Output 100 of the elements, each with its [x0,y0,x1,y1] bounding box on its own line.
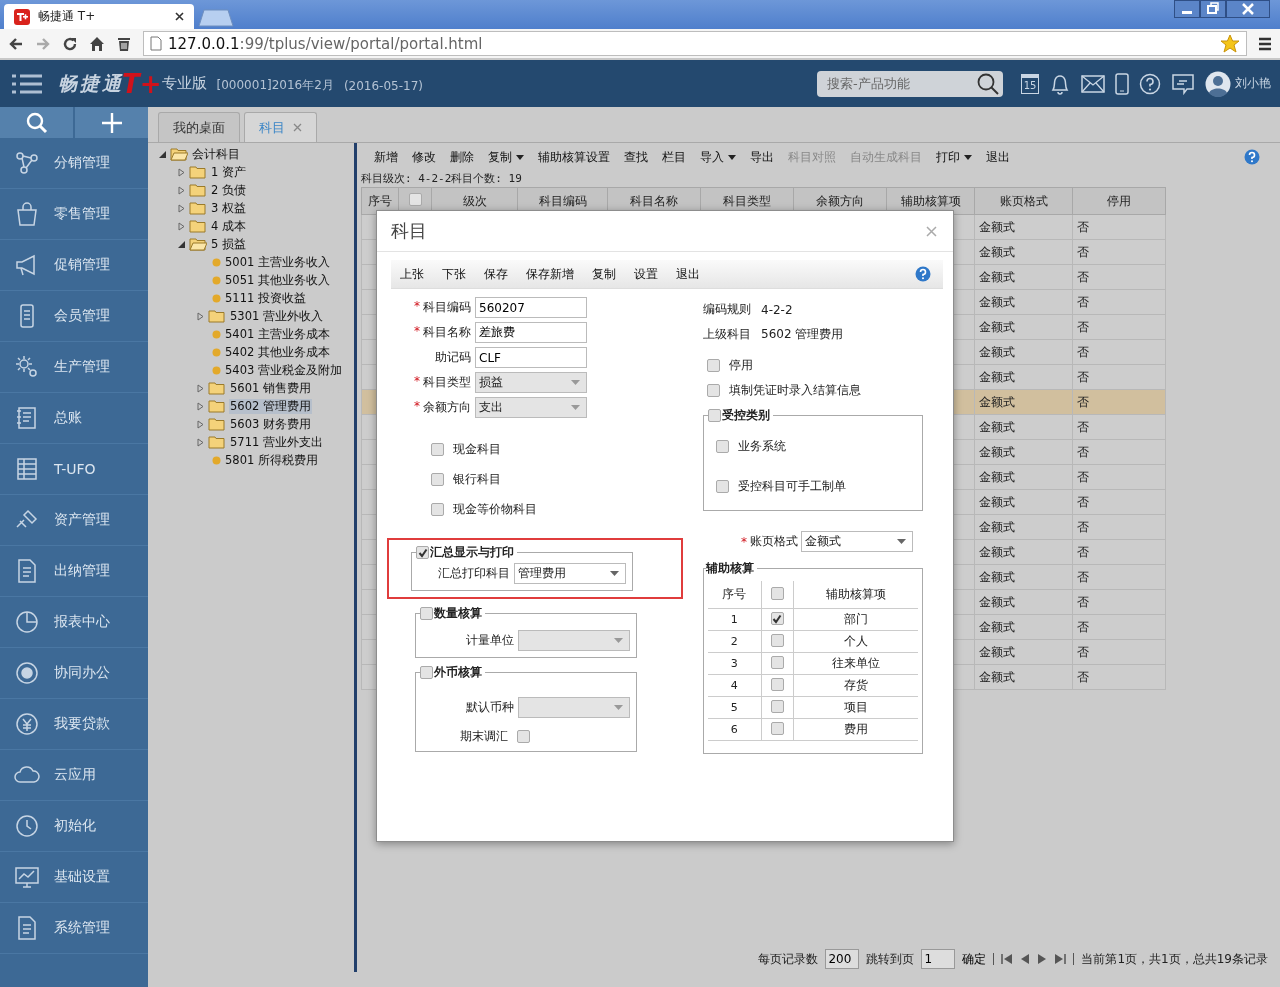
trash-icon[interactable] [116,35,132,52]
toolbar-button[interactable]: 导出 [743,148,781,166]
checkbox[interactable] [431,472,444,486]
browser-tab[interactable]: 畅捷通 T+ [4,4,194,29]
expander-icon[interactable] [158,149,167,159]
toolbar-button[interactable]: 新增 [367,148,405,166]
page-size-field[interactable]: 200 [825,949,860,969]
tree-item[interactable]: 5111 投资收益 [224,290,307,306]
phone-icon[interactable] [1115,72,1129,95]
tree-item[interactable]: 3 权益 [210,200,247,216]
tree-item[interactable]: 4 成本 [210,218,247,234]
tree-item[interactable]: 5711 营业外支出 [229,434,324,450]
checkbox[interactable] [707,384,720,397]
toolbar-button[interactable]: 保存 [475,265,517,283]
tree-item[interactable]: 5301 营业外收入 [229,308,324,324]
menu-icon[interactable] [1258,36,1272,51]
confirm-button[interactable]: 确定 [962,950,987,968]
column-header[interactable]: 序号 [361,187,399,215]
tree-item[interactable]: 2 负债 [210,182,247,198]
tree-item[interactable]: 5 损益 [210,236,247,252]
checkbox[interactable] [770,721,784,735]
toolbar-button[interactable]: 上张 [391,265,433,283]
bell-icon[interactable] [1049,72,1071,95]
back-icon[interactable] [8,35,24,52]
checkbox[interactable] [770,699,784,713]
toolbar-button[interactable]: 下张 [433,265,475,283]
toolbar-button[interactable]: 修改 [405,148,443,166]
tree-item[interactable]: 5602 管理费用 [229,398,312,414]
search-icon[interactable] [977,72,999,95]
last-page-icon[interactable] [1054,954,1067,964]
toolbar-button[interactable]: 辅助核算设置 [531,148,617,166]
help-icon[interactable] [1139,72,1161,95]
toolbar-button[interactable]: 保存新增 [517,265,583,283]
toolbar-button[interactable]: 退出 [667,265,709,283]
close-icon[interactable] [175,12,184,21]
star-icon[interactable] [1220,34,1240,53]
checkbox[interactable] [708,409,721,422]
checkbox[interactable] [416,546,429,559]
checkbox[interactable] [408,193,422,206]
minimize-icon[interactable] [1174,0,1200,18]
checkbox[interactable] [431,502,444,516]
new-tab-button[interactable] [198,9,234,27]
toolbar-button[interactable]: 设置 [625,265,667,283]
calendar-icon[interactable]: 15 [1021,73,1039,94]
column-header[interactable]: 停用 [1072,187,1166,215]
input-field[interactable]: 差旅费 [475,322,587,343]
search-button[interactable] [0,107,73,138]
forward-icon[interactable] [35,35,51,52]
checkbox[interactable] [707,359,720,372]
first-page-icon[interactable] [1001,954,1014,964]
expander-icon[interactable] [177,239,186,249]
help-icon[interactable] [1244,149,1260,165]
tree-item[interactable]: 1 资产 [210,164,247,180]
checkbox[interactable] [770,612,784,626]
toolbar-button[interactable]: 退出 [979,148,1017,166]
toolbar-button[interactable]: 删除 [443,148,481,166]
help-icon[interactable] [915,266,931,282]
checkbox[interactable] [716,479,729,493]
checkbox[interactable] [431,442,444,456]
toolbar-button[interactable]: 导入 [693,148,743,166]
restore-icon[interactable] [1200,0,1226,18]
checkbox[interactable] [770,677,784,691]
toolbar-button[interactable]: 打印 [929,148,979,166]
dropdown[interactable]: 管理费用 [514,563,626,584]
user-name[interactable]: 刘小艳 [1235,75,1271,92]
toolbar-button[interactable]: 复制 [583,265,625,283]
tree-item[interactable]: 5601 销售费用 [229,380,312,396]
reload-icon[interactable] [62,35,78,52]
tree-item[interactable]: 5001 主营业务收入 [224,254,331,270]
mail-icon[interactable] [1081,74,1105,93]
search-field[interactable]: 搜索-产品功能 [817,70,1003,97]
close-icon[interactable] [1226,0,1270,18]
tree-item[interactable]: 5403 营业税金及附加 [224,362,343,378]
home-icon[interactable] [89,35,105,52]
address-field[interactable]: 127.0.0.1:99/tplus/view/portal/portal.html [143,31,1247,56]
menu-icon[interactable] [12,73,42,94]
next-page-icon[interactable] [1037,954,1048,964]
tree-item[interactable]: 5801 所得税费用 [224,452,319,468]
toolbar-button[interactable]: 查找 [617,148,655,166]
tree-item[interactable]: 5402 其他业务成本 [224,344,331,360]
column-header[interactable]: 账页格式 [974,187,1073,215]
tree-item[interactable]: 5051 其他业务收入 [224,272,331,288]
dropdown[interactable]: 金额式 [801,531,913,552]
tree-item[interactable]: 5603 财务费用 [229,416,312,432]
chat-icon[interactable] [1171,72,1195,95]
toolbar-button[interactable]: 栏目 [655,148,693,166]
checkbox[interactable] [770,655,784,669]
checkbox[interactable] [716,439,729,453]
input-field[interactable]: CLF [475,347,587,368]
add-button[interactable] [75,107,148,138]
tab[interactable]: 我的桌面 [158,112,240,142]
input-field[interactable]: 560207 [475,297,587,318]
page-number-field[interactable]: 1 [921,949,956,969]
checkbox[interactable] [770,586,784,600]
tree-item[interactable]: 5401 主营业务成本 [224,326,331,342]
tree-item[interactable]: 会计科目 [191,146,241,162]
checkbox[interactable] [770,633,784,647]
avatar-icon[interactable] [1205,70,1231,97]
toolbar-button[interactable]: 复制 [481,148,531,166]
previous-page-icon[interactable] [1020,954,1031,964]
